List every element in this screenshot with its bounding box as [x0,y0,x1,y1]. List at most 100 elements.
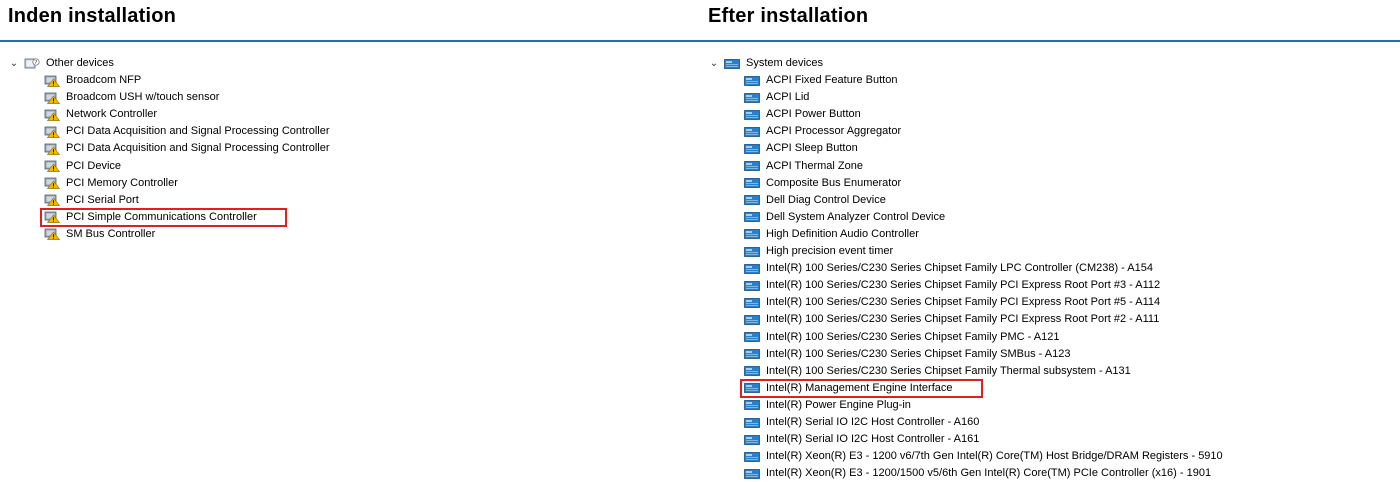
header-divider [0,40,1400,42]
system-device-icon [744,212,760,223]
device-list-item[interactable]: SM Bus Controller [8,226,330,243]
device-label: Dell Diag Control Device [766,193,886,206]
device-label: Intel(R) 100 Series/C230 Series Chipset … [766,347,1071,360]
device-list-item[interactable]: Intel(R) 100 Series/C230 Series Chipset … [708,294,1223,311]
device-list-item[interactable]: High Definition Audio Controller [708,226,1223,243]
device-label: Intel(R) Management Engine Interface [766,381,953,394]
device-list-item[interactable]: Intel(R) 100 Series/C230 Series Chipset … [708,260,1223,277]
device-list-item[interactable]: ACPI Power Button [708,106,1223,123]
device-list-item[interactable]: ACPI Fixed Feature Button [708,72,1223,89]
device-list-item[interactable]: Broadcom NFP [8,72,330,89]
system-device-icon [744,315,760,325]
device-label: Intel(R) 100 Series/C230 Series Chipset … [766,364,1131,377]
device-label: PCI Serial Port [66,193,139,206]
device-label: Intel(R) 100 Series/C230 Series Chipset … [766,262,1153,275]
device-label: Intel(R) Serial IO I2C Host Controller -… [766,433,980,446]
device-list-item[interactable]: Intel(R) 100 Series/C230 Series Chipset … [708,363,1223,380]
device-list-item[interactable]: PCI Data Acquisition and Signal Processi… [8,123,330,140]
unknown-device-icon: ? [24,57,40,68]
device-list-item[interactable]: Composite Bus Enumerator [708,175,1223,192]
warning-device-icon [44,229,60,241]
system-device-icon [744,400,760,411]
device-label: Intel(R) 100 Series/C230 Series Chipset … [766,279,1161,292]
system-device-icon [744,451,760,462]
before-installation-heading: Inden installation [8,5,177,27]
system-device-icon [744,417,760,428]
after-installation-heading: Efter installation [708,5,869,27]
device-label: ACPI Thermal Zone [766,159,864,172]
device-label: PCI Device [66,159,122,172]
device-label: Intel(R) 100 Series/C230 Series Chipset … [766,313,1160,326]
device-label: PCI Data Acquisition and Signal Processi… [66,142,330,155]
device-list-item[interactable]: PCI Device [8,158,330,175]
device-label: ACPI Lid [766,91,810,104]
system-device-icon [744,229,760,240]
warning-device-icon [44,126,60,138]
device-list-item[interactable]: PCI Memory Controller [8,175,330,192]
device-list-item[interactable]: ACPI Thermal Zone [708,158,1223,175]
device-label: Network Controller [66,108,158,121]
system-device-icon [744,332,760,342]
device-list-item[interactable]: Intel(R) Power Engine Plug-in [708,397,1223,414]
device-label: Intel(R) 100 Series/C230 Series Chipset … [766,296,1161,309]
chevron-down-icon[interactable]: ⌄ [8,55,20,72]
device-list-item[interactable]: Intel(R) 100 Series/C230 Series Chipset … [708,329,1223,346]
device-label: SM Bus Controller [66,227,156,240]
category-label: System devices [746,57,824,69]
device-label: High Definition Audio Controller [766,227,919,240]
system-device-icon [744,468,760,479]
device-list-item[interactable]: Intel(R) 100 Series/C230 Series Chipset … [708,311,1223,328]
highlighted-device-item[interactable]: PCI Simple Communications Controller [8,209,330,226]
device-list-item[interactable]: Intel(R) Serial IO I2C Host Controller -… [708,414,1223,431]
device-label: Broadcom NFP [66,74,142,87]
highlighted-device-item[interactable]: Intel(R) Management Engine Interface [708,380,1223,397]
system-device-icon [744,434,760,445]
warning-device-icon [44,177,60,190]
device-list-item[interactable]: Network Controller [8,106,330,123]
category-label: Other devices [46,57,114,69]
system-device-icon [744,366,760,377]
chevron-down-icon[interactable]: ⌄ [708,55,720,72]
system-device-icon [744,263,760,274]
device-list-item[interactable]: PCI Data Acquisition and Signal Processi… [8,140,330,157]
system-folder-icon [724,58,740,69]
system-device-icon [744,161,760,172]
warning-device-icon [44,75,60,87]
device-list-item[interactable]: Intel(R) 100 Series/C230 Series Chipset … [708,277,1223,294]
device-list-item[interactable]: Intel(R) Xeon(R) E3 - 1200/1500 v5/6th G… [708,465,1223,482]
device-list-item[interactable]: Intel(R) 100 Series/C230 Series Chipset … [708,346,1223,363]
device-list-item[interactable]: PCI Serial Port [8,192,330,209]
device-label: PCI Simple Communications Controller [66,210,257,223]
warning-device-icon [44,194,60,207]
category-other-devices[interactable]: ⌄? Other devices [8,55,330,72]
device-label: ACPI Processor Aggregator [766,125,902,138]
device-list-item[interactable]: High precision event timer [708,243,1223,260]
system-device-icon [744,178,760,189]
system-device-icon [744,144,760,154]
device-list-item[interactable]: ACPI Sleep Button [708,140,1223,157]
system-device-icon [744,75,760,86]
device-label: ACPI Power Button [766,108,861,121]
device-label: Intel(R) Xeon(R) E3 - 1200 v6/7th Gen In… [766,450,1223,463]
device-label: Intel(R) Xeon(R) E3 - 1200/1500 v5/6th G… [766,467,1212,480]
system-device-icon [744,109,760,120]
system-device-icon [744,195,760,206]
device-list-item[interactable]: Broadcom USH w/touch sensor [8,89,330,106]
warning-device-icon [44,211,60,224]
device-label: Intel(R) 100 Series/C230 Series Chipset … [766,330,1060,343]
device-list-item[interactable]: ACPI Processor Aggregator [708,123,1223,140]
device-label: Intel(R) Power Engine Plug-in [766,398,911,411]
device-list-item[interactable]: Dell System Analyzer Control Device [708,209,1223,226]
device-list-item[interactable]: Intel(R) Serial IO I2C Host Controller -… [708,431,1223,448]
device-list-item[interactable]: ACPI Lid [708,89,1223,106]
system-device-icon [744,383,760,394]
device-list-item[interactable]: Intel(R) Xeon(R) E3 - 1200 v6/7th Gen In… [708,448,1223,465]
category-system-devices[interactable]: ⌄ System devices [708,55,1223,72]
device-list-item[interactable]: Dell Diag Control Device [708,192,1223,209]
device-label: Broadcom USH w/touch sensor [66,91,220,104]
device-label: PCI Memory Controller [66,176,178,189]
warning-device-icon [44,109,60,121]
device-label: High precision event timer [766,245,894,258]
system-device-icon [744,297,760,308]
warning-device-icon [44,160,60,173]
